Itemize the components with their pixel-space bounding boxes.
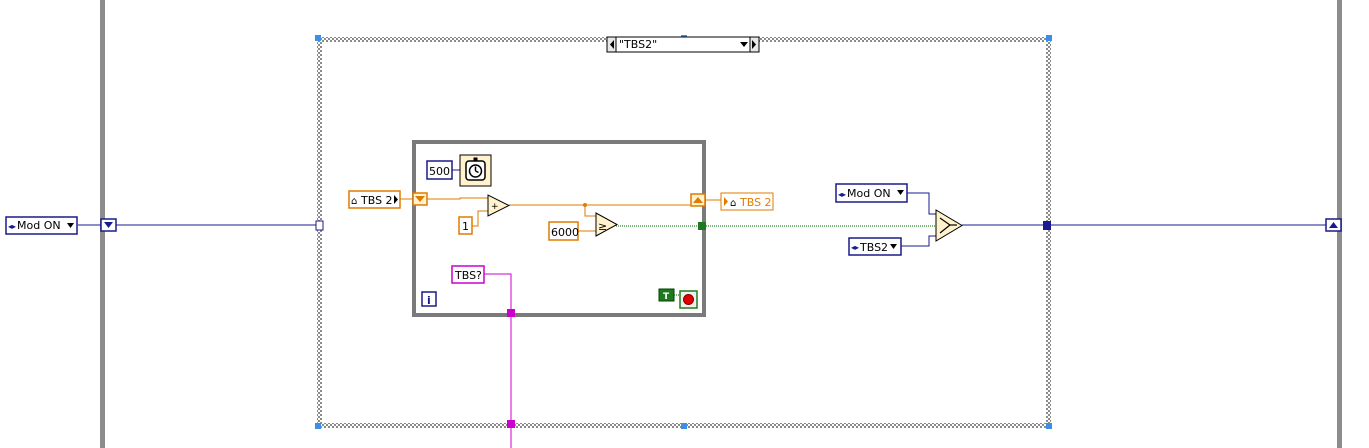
local-variable-tbs2-write[interactable]: ⌂ TBS 2: [720, 192, 774, 211]
case-tunnel-enum-out: [1043, 221, 1051, 230]
outer-shift-register-right[interactable]: [1325, 218, 1342, 232]
local-variable-tbs2-read[interactable]: ⌂ TBS 2: [348, 190, 401, 209]
boolean-constant-true-label: T: [663, 292, 670, 302]
enum-constant-mod-on-left-label: Mod ON: [17, 219, 61, 232]
add-function[interactable]: +: [487, 194, 511, 217]
select-function[interactable]: [935, 209, 963, 242]
enum-left-arrows-icon: ◂▸: [8, 222, 16, 231]
numeric-constant-500-label: 500: [429, 165, 450, 178]
case-tunnel-string: [507, 420, 515, 428]
wait-ms-function[interactable]: [459, 154, 492, 187]
string-constant-tbs[interactable]: TBS?: [451, 265, 485, 284]
loop-shift-register-left[interactable]: [412, 192, 428, 206]
stopwatch-icon: [465, 157, 486, 181]
loop-shift-register-right[interactable]: [690, 193, 706, 207]
enum-constant-tbs2-label: TBS2: [859, 241, 888, 254]
enum-tbs2-arrows-icon: ◂▸: [851, 243, 859, 252]
numeric-constant-500[interactable]: 500: [426, 160, 453, 180]
compare-symbol: ≥: [598, 220, 607, 233]
loop-tunnel-string: [507, 309, 515, 317]
case-selector[interactable]: "TBS2": [606, 36, 760, 53]
numeric-constant-1[interactable]: 1: [458, 216, 473, 235]
enum-constant-mod-on-right[interactable]: ◂▸ Mod ON: [835, 183, 908, 203]
loop-tunnel-boolean: [698, 222, 706, 230]
wire-junction: [583, 203, 587, 207]
home-icon: ⌂: [351, 196, 357, 207]
add-symbol: +: [491, 202, 499, 212]
outer-shift-register-left[interactable]: [100, 218, 117, 232]
stop-icon: [683, 294, 694, 305]
enum-constant-mod-on-right-label: Mod ON: [847, 187, 891, 200]
block-diagram: "TBS2" ◂▸ Mod ON ⌂ TBS 2 500 1 + 6000 ≥ …: [5, 0, 1342, 448]
numeric-constant-6000[interactable]: 6000: [548, 221, 579, 241]
greater-or-equal-function[interactable]: ≥: [595, 212, 619, 237]
case-selector-label: "TBS2": [619, 38, 657, 51]
boolean-constant-true[interactable]: T: [658, 288, 675, 302]
iteration-terminal[interactable]: i: [421, 291, 437, 307]
string-wire: [484, 273, 512, 448]
enum-constant-mod-on-left[interactable]: ◂▸ Mod ON: [5, 216, 78, 235]
home-icon: ⌂: [730, 198, 736, 209]
enum-right-arrows-icon: ◂▸: [838, 190, 846, 199]
numeric-constant-6000-label: 6000: [551, 226, 579, 239]
iteration-terminal-label: i: [427, 294, 431, 307]
local-variable-tbs2-read-label: TBS 2: [360, 194, 393, 207]
case-tunnel-enum-in: [315, 220, 324, 231]
string-constant-tbs-label: TBS?: [454, 269, 482, 282]
numeric-constant-1-label: 1: [462, 220, 469, 233]
enum-constant-tbs2[interactable]: ◂▸ TBS2: [848, 237, 902, 256]
loop-condition-terminal[interactable]: [679, 290, 698, 309]
local-variable-tbs2-write-label: TBS 2: [739, 196, 772, 209]
